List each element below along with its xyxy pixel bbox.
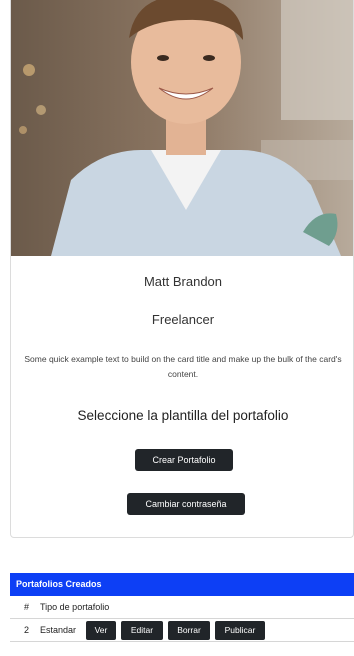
column-type: Tipo de portafolio (40, 602, 110, 612)
row-type: Estandar (40, 625, 77, 635)
table-header-row: # Tipo de portafolio (10, 596, 354, 619)
delete-button[interactable]: Borrar (168, 621, 210, 640)
profile-role: Freelancer (151, 312, 215, 327)
template-prompt: Seleccione la plantilla del portafolio (77, 408, 289, 423)
view-button[interactable]: Ver (86, 621, 116, 640)
edit-button[interactable]: Editar (121, 621, 163, 640)
profile-photo (11, 0, 353, 256)
table-row: 2 Estandar Ver Editar Borrar Publicar (10, 619, 354, 642)
column-number: # (24, 602, 30, 612)
profile-description: Some quick example text to build on the … (24, 354, 342, 379)
row-id: 2 (24, 625, 30, 635)
create-portfolio-button[interactable]: Crear Portafolio (135, 449, 233, 471)
profile-card: Matt Brandon Freelancer Some quick examp… (10, 0, 354, 538)
change-password-button[interactable]: Cambiar contraseña (127, 493, 245, 515)
table-title: Portafolios Creados (10, 573, 354, 596)
portfolios-table: Portafolios Creados # Tipo de portafolio… (10, 573, 354, 642)
profile-name: Matt Brandon (143, 274, 223, 289)
publish-button[interactable]: Publicar (215, 621, 265, 640)
